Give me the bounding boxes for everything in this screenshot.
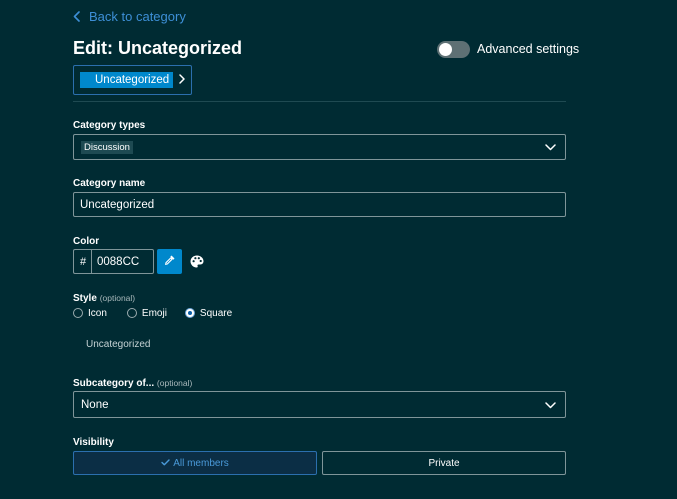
category-name-input[interactable]: Uncategorized xyxy=(73,192,566,217)
eyedropper-icon xyxy=(164,253,176,271)
visibility-private-button[interactable]: Private xyxy=(322,451,566,475)
category-types-select[interactable]: Discussion xyxy=(73,134,566,160)
color-hash-prefix: # xyxy=(73,249,92,274)
style-option-icon[interactable]: Icon xyxy=(73,308,107,319)
advanced-settings-label: Advanced settings xyxy=(477,42,580,56)
back-to-category-link[interactable]: Back to category xyxy=(73,8,186,24)
chevron-left-icon xyxy=(73,10,80,22)
visibility-option-label: All members xyxy=(173,457,229,469)
visibility-all-members-button[interactable]: All members xyxy=(73,451,317,475)
style-option-label: Square xyxy=(199,307,233,319)
style-optional-hint: (optional) xyxy=(99,293,136,303)
chevron-down-icon xyxy=(545,396,556,414)
style-option-label: Emoji xyxy=(141,307,167,319)
style-option-square[interactable]: Square xyxy=(184,307,233,319)
style-preview: Uncategorized xyxy=(86,339,151,350)
subcategory-selected: None xyxy=(81,398,109,411)
check-icon xyxy=(161,458,170,469)
toggle-knob xyxy=(439,42,452,56)
back-link-label: Back to category xyxy=(89,8,186,24)
radio-square xyxy=(184,308,195,318)
page-title: Edit: Uncategorized xyxy=(73,38,243,58)
subcategory-label-text: Subcategory of... xyxy=(73,378,155,389)
visibility-option-label: Private xyxy=(428,457,460,469)
category-name-label: Category name xyxy=(73,178,146,189)
chevron-right-icon xyxy=(179,71,185,89)
advanced-settings-toggle[interactable] xyxy=(437,40,470,58)
chevron-down-icon xyxy=(545,138,556,156)
color-label: Color xyxy=(73,236,100,247)
subcategory-optional-hint: (optional) xyxy=(156,378,193,388)
category-types-label: Category types xyxy=(73,120,146,131)
palette-icon[interactable] xyxy=(190,255,204,273)
style-label: Style (optional) xyxy=(73,293,135,304)
header-divider xyxy=(73,101,566,102)
style-label-text: Style xyxy=(73,293,97,304)
style-option-emoji[interactable]: Emoji xyxy=(126,307,167,319)
subcategory-label: Subcategory of... (optional) xyxy=(73,378,192,389)
radio-emoji xyxy=(126,308,137,318)
subcategory-select[interactable]: None xyxy=(73,391,566,418)
style-radio-group: Icon Emoji Square xyxy=(73,307,232,319)
category-breadcrumb[interactable]: Uncategorized xyxy=(73,65,192,95)
advanced-settings-toggle-row: Advanced settings xyxy=(437,40,579,58)
category-badge: Uncategorized xyxy=(80,72,174,88)
eyedropper-button[interactable] xyxy=(157,249,182,274)
visibility-label: Visibility xyxy=(73,437,114,448)
color-hex-input[interactable]: 0088CC xyxy=(91,249,154,274)
radio-icon xyxy=(73,308,83,318)
style-option-label: Icon xyxy=(88,307,107,319)
category-type-chip: Discussion xyxy=(81,140,133,154)
